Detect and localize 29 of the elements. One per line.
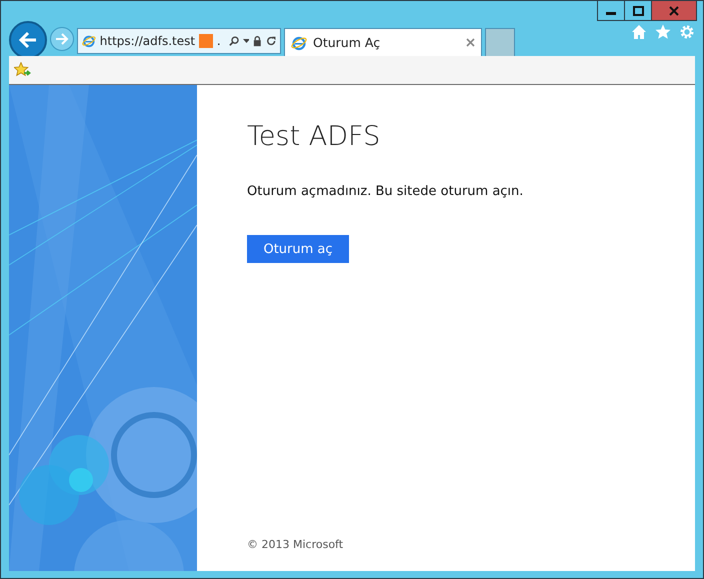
back-button[interactable]: [9, 21, 47, 59]
close-icon: [466, 38, 475, 47]
forward-arrow-icon: [55, 33, 69, 45]
settings-icon[interactable]: [679, 24, 695, 40]
close-button[interactable]: [651, 1, 697, 21]
star-icon[interactable]: [655, 24, 671, 40]
back-arrow-icon: [18, 31, 38, 49]
url-text: .: [216, 34, 221, 48]
dropdown-icon: [243, 39, 250, 43]
forward-button[interactable]: [50, 27, 74, 51]
page-title: Test ADFS: [247, 121, 382, 152]
url-text: https://adfs.test: [100, 34, 196, 48]
home-icon[interactable]: [631, 24, 647, 40]
refresh-icon: [266, 35, 276, 47]
browser-logo-icon: [291, 34, 307, 50]
copyright-text: © 2013 Microsoft: [247, 538, 344, 552]
search-icon: [228, 35, 240, 47]
browser-tab[interactable]: [485, 28, 515, 56]
browser-tab[interactable]: Oturum Aç: [284, 28, 482, 56]
browser-logo-icon: [82, 33, 96, 49]
maximize-icon: [632, 6, 644, 16]
lock-icon: [253, 35, 262, 47]
signin-message: Oturum açmadınız. Bu sitede oturum açın.: [247, 184, 524, 200]
minimize-button[interactable]: [597, 1, 625, 21]
sign-in-button[interactable]: Oturum aç: [247, 235, 349, 264]
address-bar[interactable]: https://adfs.test .: [77, 28, 281, 54]
add-favorite-icon[interactable]: [14, 62, 32, 78]
minimize-icon: [606, 12, 616, 15]
close-icon: [669, 6, 679, 16]
